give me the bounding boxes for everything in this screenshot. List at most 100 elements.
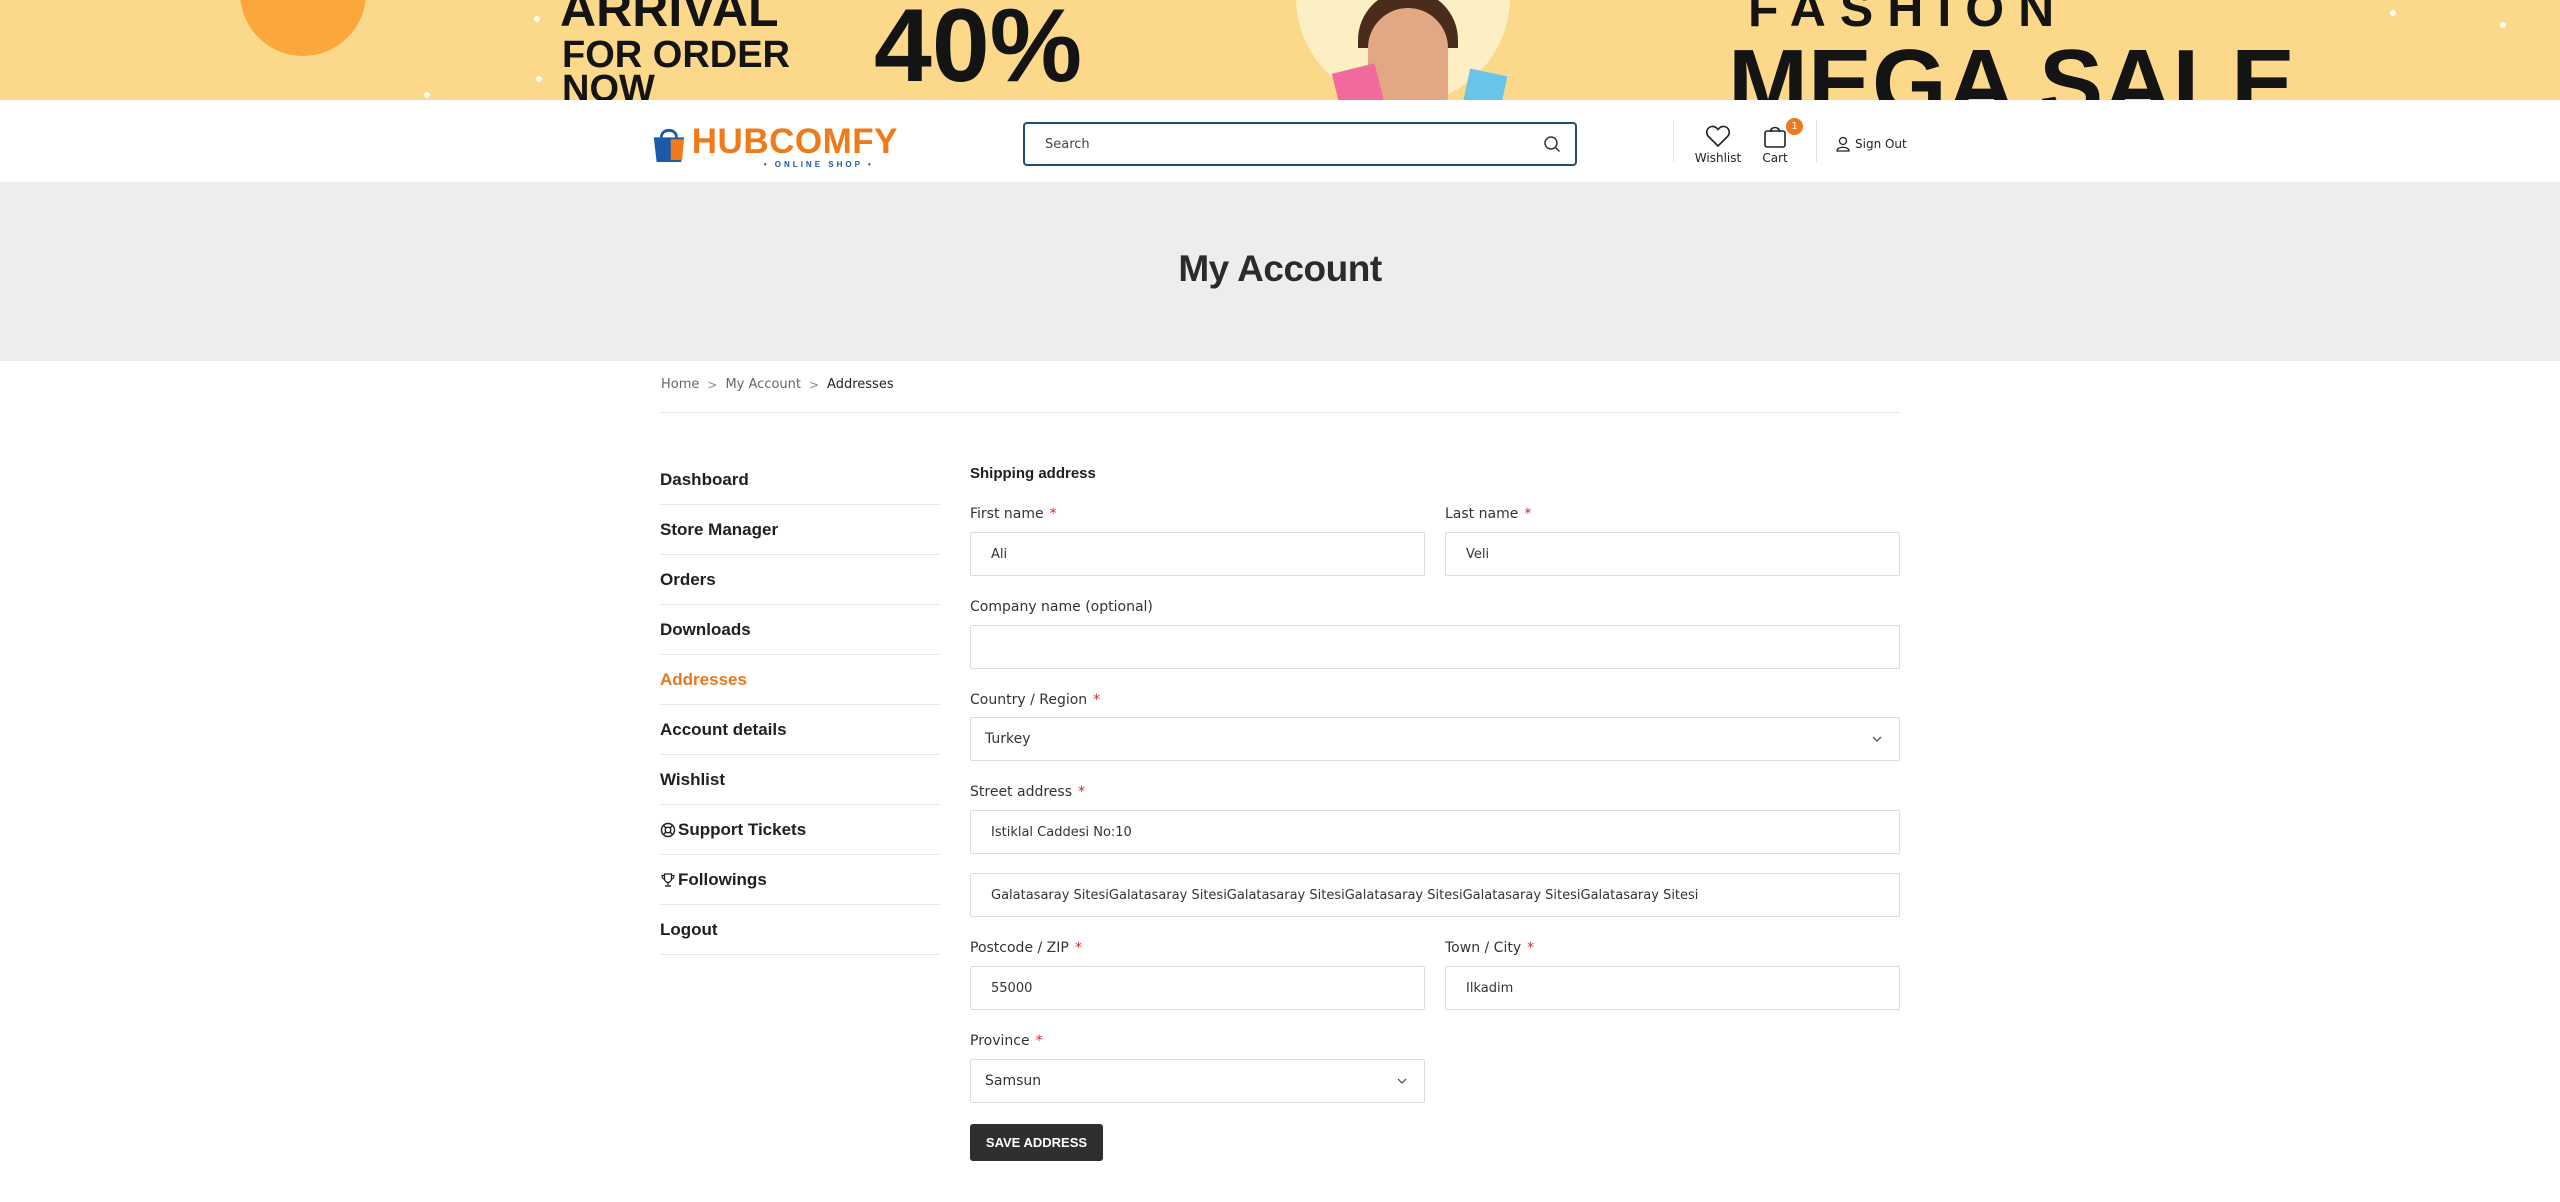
header-divider (1816, 120, 1817, 162)
postcode-field[interactable] (970, 966, 1425, 1010)
banner-shopping-bag (1462, 68, 1508, 100)
sidebar-item-logout[interactable]: Logout (660, 905, 940, 955)
banner-decor-circle (240, 0, 366, 56)
required-mark: * (1524, 506, 1532, 522)
banner-mega-sale-text: MEGA SALE (1728, 30, 2296, 101)
banner-arrival-text: ARRIVAL (560, 0, 779, 37)
logo-title: HUBCOMFY (691, 121, 898, 161)
search-bar (1023, 122, 1577, 166)
required-mark: * (1049, 506, 1057, 522)
required-mark: * (1093, 692, 1101, 708)
cart-button[interactable]: 1 Cart (1758, 118, 1803, 165)
page-title: My Account (1178, 248, 1382, 289)
sidebar-item-label: Addresses (660, 669, 747, 689)
support-lifebuoy-icon (660, 822, 676, 837)
breadcrumb-separator-icon: > (707, 377, 718, 392)
province-label: Province * (970, 1033, 1043, 1049)
country-selected-value: Turkey (985, 731, 1031, 747)
sidebar-item-label: Downloads (660, 619, 751, 639)
sidebar-item-followings[interactable]: Followings (660, 855, 940, 905)
sign-out-label: Sign Out (1855, 137, 1907, 151)
sign-out-link[interactable]: Sign Out (1836, 136, 1907, 152)
breadcrumb-account-link[interactable]: My Account (725, 377, 801, 392)
site-logo[interactable]: HUBCOMFY • ONLINE SHOP • (650, 120, 898, 169)
banner-discount-text: 40% (874, 0, 1083, 100)
required-mark: * (1078, 784, 1085, 800)
town-city-field[interactable] (1445, 966, 1900, 1010)
sidebar-item-label: Logout (660, 919, 718, 939)
sidebar-item-wishlist[interactable]: Wishlist (660, 755, 940, 805)
banner-sparkle (424, 92, 430, 98)
followings-trophy-icon (661, 872, 675, 887)
country-label: Country / Region * (970, 692, 1100, 708)
required-mark: * (1035, 1033, 1043, 1049)
breadcrumb-home-link[interactable]: Home (661, 377, 699, 392)
wishlist-button[interactable]: Wishlist (1694, 124, 1742, 165)
sidebar-item-addresses[interactable]: Addresses (660, 655, 940, 705)
sidebar-item-downloads[interactable]: Downloads (660, 605, 940, 655)
street-address-label-text: Street address (970, 784, 1072, 800)
account-sidebar: Dashboard Store Manager Orders Downloads… (660, 455, 940, 955)
banner-sparkle (536, 76, 542, 82)
postcode-label: Postcode / ZIP * (970, 940, 1082, 956)
sidebar-item-label: Wishlist (660, 769, 726, 789)
cart-icon-wrap: 1 (1762, 118, 1803, 148)
banner-sparkle (2390, 10, 2396, 16)
header-divider (1673, 120, 1674, 162)
province-select[interactable]: Samsun (970, 1059, 1425, 1103)
province-selected-value: Samsun (985, 1073, 1042, 1089)
province-label-text: Province (970, 1033, 1030, 1049)
first-name-label: First name * (970, 506, 1057, 522)
section-title: Shipping address (970, 465, 1096, 482)
heart-icon (1706, 125, 1730, 148)
sidebar-item-label: Dashboard (660, 469, 749, 489)
last-name-label: Last name * (1445, 506, 1531, 522)
sidebar-item-dashboard[interactable]: Dashboard (660, 455, 940, 505)
sidebar-item-label: Store Manager (660, 519, 779, 539)
save-address-button[interactable]: SAVE ADDRESS (970, 1124, 1103, 1161)
shopping-bag-logo-icon (653, 128, 685, 162)
cart-count-badge: 1 (1786, 118, 1803, 135)
user-icon (1836, 136, 1850, 152)
sidebar-item-store-manager[interactable]: Store Manager (660, 505, 940, 555)
logo-wordmark: HUBCOMFY • ONLINE SHOP • (691, 121, 898, 169)
street-address-label: Street address * (970, 784, 1085, 800)
street-address-line1-field[interactable] (970, 810, 1900, 854)
company-field[interactable] (970, 625, 1900, 669)
wishlist-label: Wishlist (1694, 151, 1742, 165)
search-input[interactable] (1025, 124, 1535, 164)
street-address-line2-field[interactable] (970, 873, 1900, 917)
search-icon[interactable] (1543, 135, 1561, 153)
last-name-field[interactable] (1445, 532, 1900, 576)
breadcrumb-divider (660, 412, 1900, 413)
cart-bag-icon (1764, 126, 1786, 148)
country-label-text: Country / Region (970, 692, 1088, 708)
breadcrumb-separator-icon: > (808, 377, 820, 392)
sidebar-item-account-details[interactable]: Account details (660, 705, 940, 755)
sidebar-item-label: Support Tickets (678, 819, 807, 839)
required-mark: * (1527, 940, 1535, 956)
sidebar-item-label: Account details (660, 719, 787, 739)
banner-sparkle (534, 16, 540, 22)
chevron-down-icon (1872, 736, 1882, 742)
page-title-band: My Account (0, 182, 2560, 361)
postcode-label-text: Postcode / ZIP (970, 940, 1069, 956)
breadcrumb: Home > My Account > Addresses (661, 377, 894, 392)
breadcrumb-current: Addresses (827, 377, 894, 392)
last-name-label-text: Last name (1445, 506, 1519, 522)
sidebar-item-label: Orders (660, 569, 716, 589)
country-select[interactable]: Turkey (970, 717, 1900, 761)
banner-sparkle (2500, 22, 2506, 28)
promo-banner[interactable]: ARRIVAL FOR ORDER NOW 40% FASHION MEGA S… (0, 0, 2560, 100)
sidebar-item-orders[interactable]: Orders (660, 555, 940, 605)
required-mark: * (1074, 940, 1082, 956)
logo-subtitle: • ONLINE SHOP • (763, 159, 874, 169)
sidebar-item-label: Followings (678, 869, 767, 889)
town-city-label-text: Town / City (1445, 940, 1522, 956)
town-city-label: Town / City * (1445, 940, 1534, 956)
first-name-field[interactable] (970, 532, 1425, 576)
cart-label: Cart (1762, 151, 1788, 165)
banner-order-text: NOW (562, 68, 655, 100)
sidebar-item-support-tickets[interactable]: Support Tickets (660, 805, 940, 855)
chevron-down-icon (1397, 1078, 1407, 1084)
